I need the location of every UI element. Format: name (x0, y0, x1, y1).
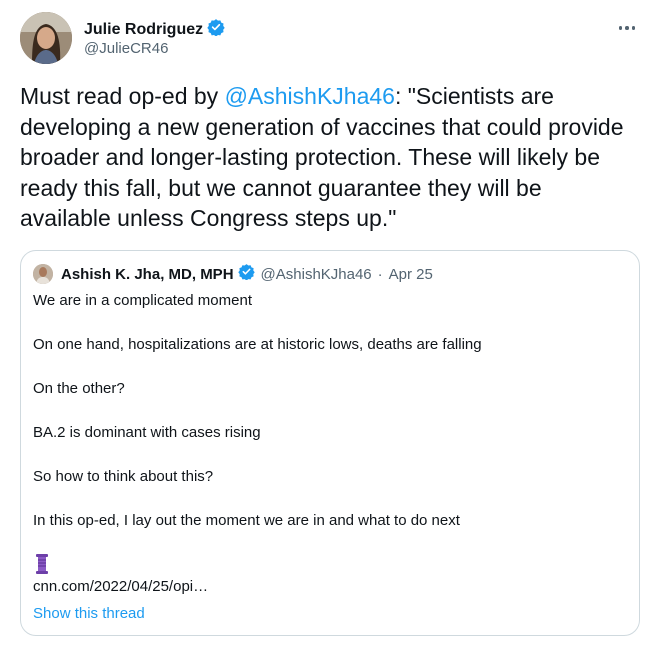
quoted-line: In this op-ed, I lay out the moment we a… (33, 512, 460, 529)
author-avatar[interactable] (20, 12, 72, 64)
quoted-line: We are in a complicated moment (33, 292, 252, 309)
quoted-date: Apr 25 (388, 265, 433, 283)
tweet-text-prefix: Must read op-ed by (20, 83, 225, 109)
mention-link[interactable]: @AshishKJha46 (225, 83, 395, 109)
tweet-header: Julie Rodriguez @JulieCR46 (20, 12, 640, 64)
author-handle[interactable]: @JulieCR46 (84, 40, 168, 57)
show-thread-link[interactable]: Show this thread (33, 605, 145, 622)
quoted-link: cnn.com/2022/04/25/opi… (33, 578, 209, 595)
quoted-verified-badge-icon (237, 263, 255, 285)
quoted-line: So how to think about this? (33, 468, 214, 485)
thread-spool-icon (33, 554, 51, 578)
quoted-line: BA.2 is dominant with cases rising (33, 424, 261, 441)
author-name[interactable]: Julie Rodriguez (84, 21, 203, 39)
quoted-line: On the other? (33, 380, 125, 397)
quoted-tweet[interactable]: Ashish K. Jha, MD, MPH @AshishKJha46 · A… (20, 250, 640, 636)
tweet-text: Must read op-ed by @AshishKJha46: "Scien… (20, 81, 632, 234)
date-separator: · (377, 265, 383, 283)
quoted-author-handle: @AshishKJha46 (260, 265, 372, 283)
quoted-author-avatar (33, 264, 53, 284)
quoted-author-name: Ashish K. Jha, MD, MPH (61, 265, 234, 283)
verified-badge-icon (207, 18, 225, 41)
more-options-icon[interactable] (614, 18, 640, 38)
quoted-line: On one hand, hospitalizations are at his… (33, 336, 482, 353)
